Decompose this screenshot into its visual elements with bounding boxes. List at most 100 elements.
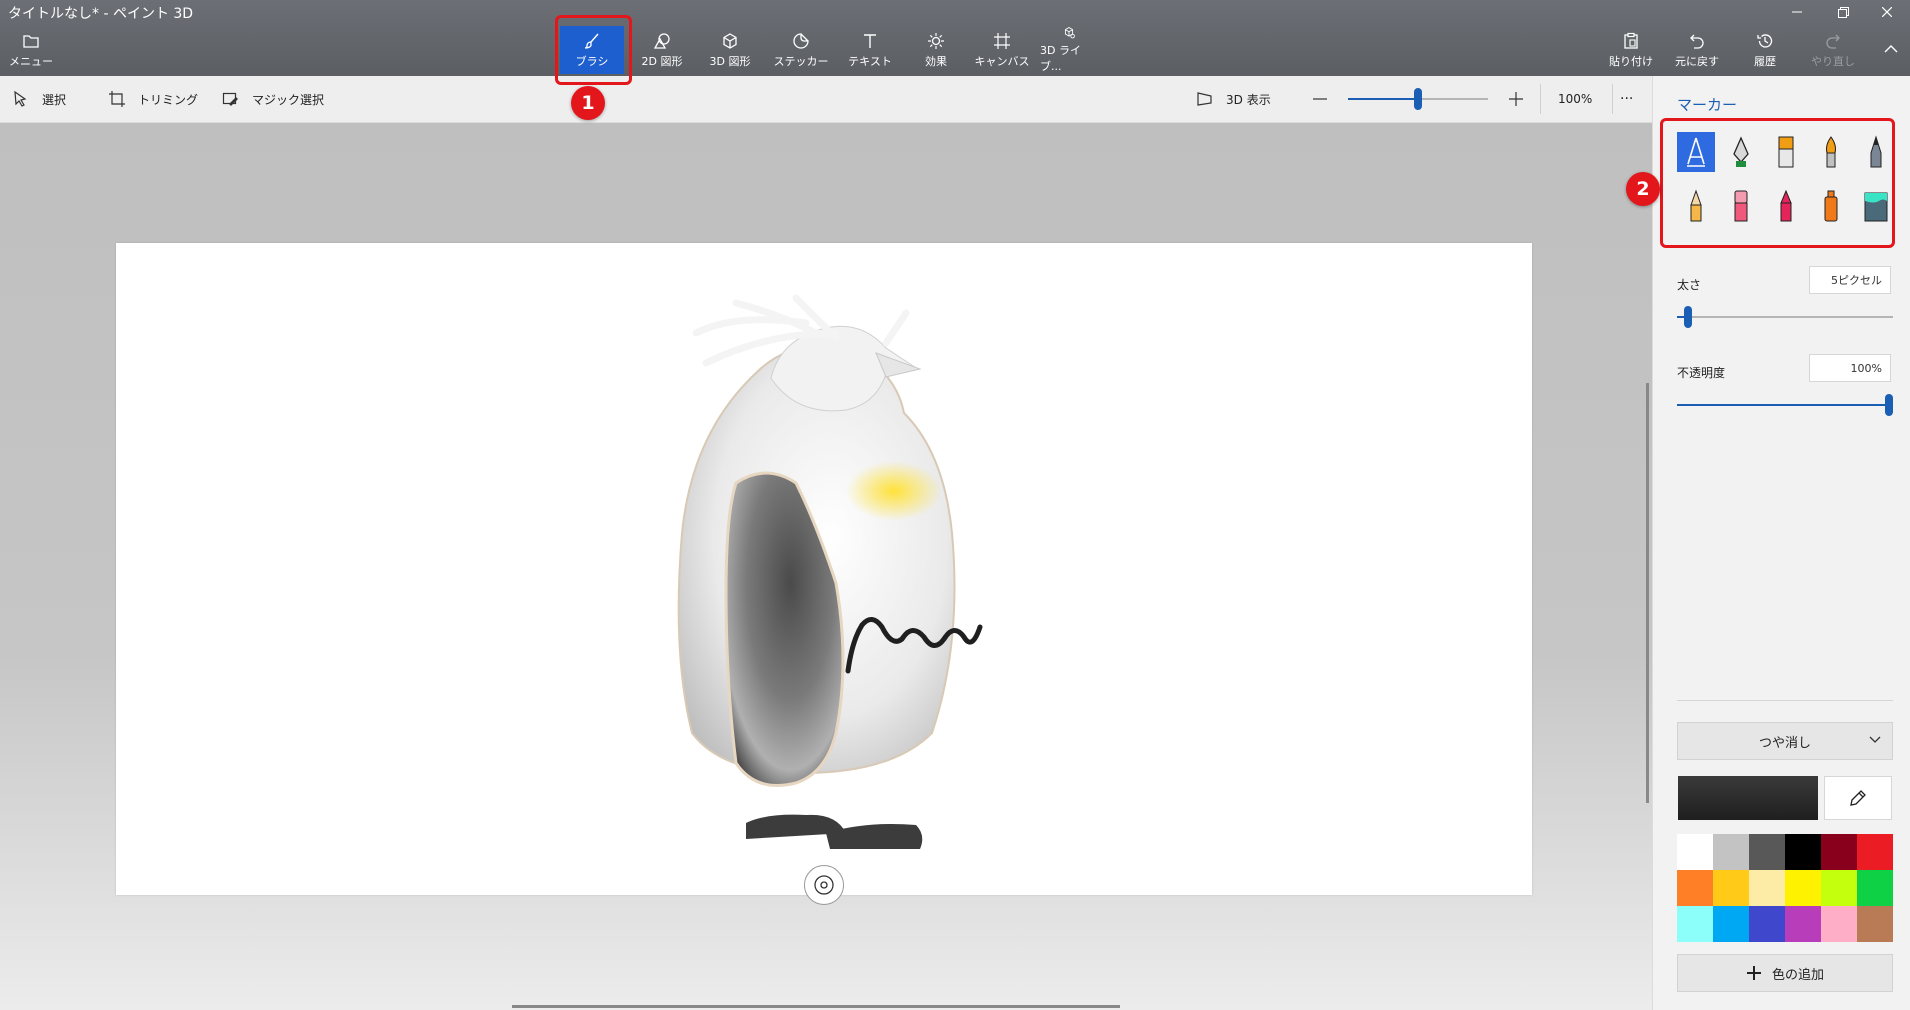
undo-label: 元に戻す (1675, 54, 1719, 68)
crop-button[interactable]: トリミング (108, 76, 198, 122)
drawing-canvas[interactable] (116, 243, 1532, 905)
callout-box-1 (555, 15, 632, 85)
paste-label: 貼り付け (1609, 54, 1653, 68)
tab-3d-shapes[interactable]: 3D 図形 (700, 26, 760, 74)
plus-icon (1509, 92, 1523, 106)
tab-stickers[interactable]: ステッカー (766, 26, 836, 74)
palette-color[interactable] (1713, 870, 1749, 906)
sub-toolbar: 選択 トリミング マジック選択 3D 表示 100% ··· (0, 76, 1652, 123)
palette-color[interactable] (1857, 834, 1893, 870)
palette-color[interactable] (1749, 870, 1785, 906)
tab-canvas[interactable]: キャンバス (970, 26, 1034, 74)
redo-button[interactable]: やり直し (1806, 26, 1860, 74)
effects-icon (928, 32, 944, 49)
opacity-input[interactable]: 100% (1809, 354, 1891, 382)
rotate-3d-handle[interactable] (804, 865, 844, 905)
folder-icon (23, 34, 39, 48)
tab-2d-shapes-label: 2D 図形 (641, 54, 683, 68)
opacity-slider-fill (1677, 404, 1893, 406)
tab-2d-shapes[interactable]: 2D 図形 (632, 26, 692, 74)
title-ribbon-bar: タイトルなし* - ペイント 3D メニュー ブラシ 2D 図形 3D 図形 ス… (0, 0, 1910, 76)
thickness-slider[interactable] (1677, 306, 1893, 328)
menu-button[interactable]: メニュー (8, 26, 54, 74)
add-color-label: 色の追加 (1771, 967, 1824, 983)
tab-effects[interactable]: 効果 (908, 26, 964, 74)
select-button[interactable]: 選択 (12, 76, 66, 122)
penguin-yellow-patch (846, 461, 942, 521)
close-icon[interactable] (1864, 0, 1910, 24)
redo-icon (1826, 34, 1840, 49)
palette-color[interactable] (1749, 834, 1785, 870)
view-3d-icon (1197, 92, 1212, 106)
more-options-button[interactable]: ··· (1620, 76, 1633, 122)
minus-icon (1313, 98, 1327, 100)
palette-color[interactable] (1857, 906, 1893, 942)
tab-3d-shapes-label: 3D 図形 (709, 54, 751, 68)
finish-value: つや消し (1758, 735, 1811, 751)
magic-select-button[interactable]: マジック選択 (222, 76, 324, 122)
subbar-divider (1540, 84, 1541, 114)
callout-badge-1: 1 (571, 86, 605, 120)
thickness-slider-thumb[interactable] (1684, 306, 1692, 328)
penguin-feet (746, 814, 923, 849)
finish-dropdown[interactable]: つや消し (1677, 722, 1893, 760)
stickers-icon (793, 32, 809, 49)
penguin-3d-model[interactable] (116, 243, 1532, 895)
view-3d-button[interactable]: 3D 表示 (1196, 76, 1271, 122)
opacity-slider[interactable] (1677, 394, 1893, 416)
palette-color[interactable] (1677, 870, 1713, 906)
tab-canvas-label: キャンバス (974, 54, 1030, 68)
history-icon (1757, 33, 1773, 48)
opacity-slider-thumb[interactable] (1885, 394, 1893, 416)
text-icon (864, 33, 876, 48)
undo-button[interactable]: 元に戻す (1670, 26, 1724, 74)
palette-color[interactable] (1785, 906, 1821, 942)
palette-color[interactable] (1821, 870, 1857, 906)
window-title: タイトルなし* - ペイント 3D (8, 6, 194, 22)
zoom-percent[interactable]: 100% (1558, 76, 1592, 122)
zoom-out-button[interactable] (1310, 76, 1330, 122)
eyedropper-button[interactable] (1824, 776, 1892, 820)
palette-color[interactable] (1857, 870, 1893, 906)
paste-icon (1624, 32, 1638, 49)
redo-label: やり直し (1811, 54, 1855, 68)
thickness-label: 太さ (1677, 278, 1702, 292)
palette-color[interactable] (1713, 834, 1749, 870)
plus-icon (1746, 966, 1761, 980)
panel-divider (1677, 700, 1893, 701)
eyedropper-icon (1850, 790, 1866, 806)
current-color-swatch[interactable] (1678, 776, 1818, 820)
tab-text[interactable]: テキスト (840, 26, 900, 74)
horizontal-scrollbar[interactable] (512, 1005, 1120, 1008)
history-button[interactable]: 履歴 (1738, 26, 1792, 74)
palette-color[interactable] (1785, 834, 1821, 870)
minimize-icon[interactable] (1774, 0, 1820, 24)
restore-icon[interactable] (1820, 0, 1866, 24)
palette-color[interactable] (1785, 870, 1821, 906)
tab-effects-label: 効果 (925, 54, 947, 68)
callout-badge-2: 2 (1626, 172, 1660, 206)
tab-3d-library[interactable]: 3D ライブ... (1040, 26, 1098, 74)
zoom-slider[interactable] (1348, 88, 1488, 110)
palette-color[interactable] (1677, 906, 1713, 942)
magic-select-label: マジック選択 (252, 92, 325, 107)
thickness-input[interactable]: 5ピクセル (1809, 266, 1891, 294)
palette-color[interactable] (1749, 906, 1785, 942)
paste-button[interactable]: 貼り付け (1604, 26, 1658, 74)
view-3d-label: 3D 表示 (1226, 92, 1271, 107)
collapse-ribbon-button[interactable] (1876, 26, 1906, 74)
canvas-icon (994, 32, 1010, 49)
zoom-slider-thumb[interactable] (1414, 88, 1422, 110)
palette-color[interactable] (1821, 834, 1857, 870)
workspace (0, 123, 1652, 1010)
callout-box-2 (1660, 118, 1895, 248)
vertical-scrollbar[interactable] (1646, 383, 1649, 803)
palette-color[interactable] (1713, 906, 1749, 942)
add-color-button[interactable]: 色の追加 (1677, 954, 1893, 992)
rotate-icon (814, 875, 834, 895)
crop-label: トリミング (138, 92, 199, 107)
cursor-icon (14, 90, 27, 107)
palette-color[interactable] (1821, 906, 1857, 942)
palette-color[interactable] (1677, 834, 1713, 870)
zoom-in-button[interactable] (1506, 76, 1526, 122)
